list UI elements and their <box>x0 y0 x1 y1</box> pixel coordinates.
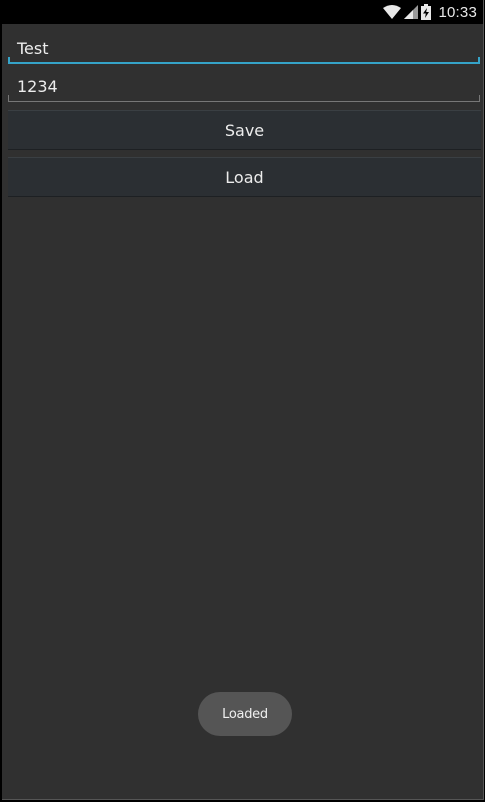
status-bar: 10:33 <box>2 0 483 24</box>
number-field-value: 1234 <box>17 77 58 96</box>
load-button[interactable]: Load <box>8 157 481 197</box>
battery-icon <box>421 4 432 20</box>
app-screen: 10:33 Test 1234 Save Load Loaded <box>2 0 484 800</box>
signal-icon <box>404 5 419 19</box>
status-icons: 10:33 <box>383 3 477 21</box>
number-field-underline <box>8 95 480 102</box>
toast-message: Loaded <box>198 692 292 736</box>
status-clock: 10:33 <box>438 3 477 21</box>
save-button[interactable]: Save <box>8 110 481 150</box>
name-field-value: Test <box>17 39 49 58</box>
name-field[interactable]: Test <box>8 30 480 64</box>
number-field[interactable]: 1234 <box>8 68 480 102</box>
name-field-focus-underline <box>8 57 480 64</box>
wifi-icon <box>383 5 402 19</box>
